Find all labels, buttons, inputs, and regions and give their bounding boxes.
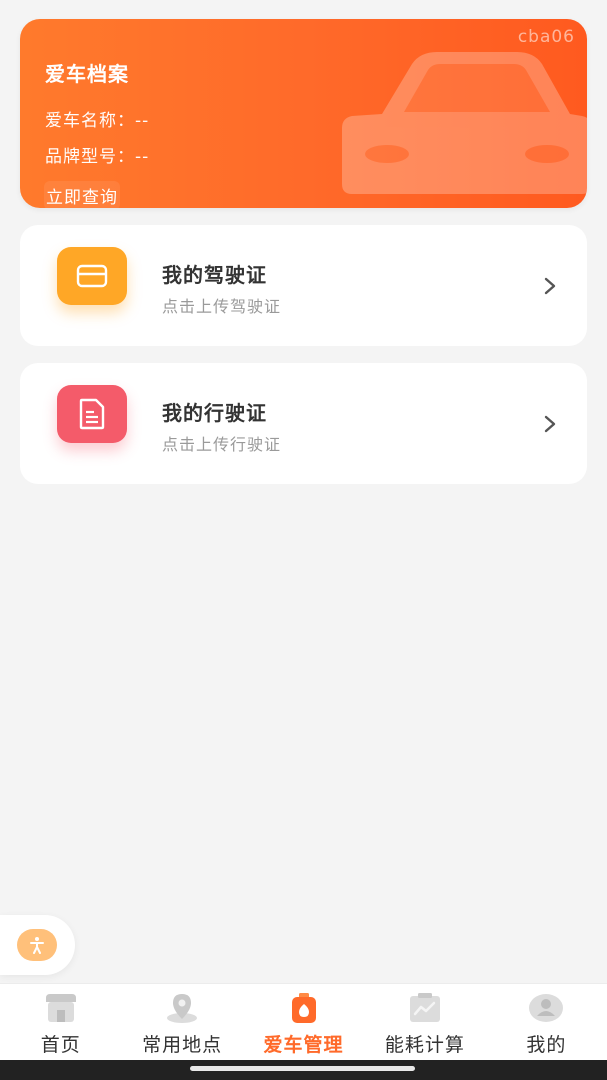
bottom-tab-bar: 首页 常用地点 爱车管理 能耗计算 我的 <box>0 983 607 1061</box>
profile-icon <box>528 992 564 1024</box>
driver-license-subtitle: 点击上传驾驶证 <box>162 297 282 316</box>
car-profile-title: 爱车档案 <box>45 62 129 86</box>
tab-home[interactable]: 首页 <box>0 984 121 1061</box>
vehicle-license-subtitle: 点击上传行驶证 <box>162 435 282 454</box>
vehicle-license-icon-box <box>57 385 127 443</box>
query-now-button[interactable]: 立即查询 <box>44 181 120 208</box>
tab-car-management[interactable]: 爱车管理 <box>243 984 364 1061</box>
store-icon <box>43 992 79 1024</box>
car-silhouette-icon <box>342 52 587 194</box>
tab-common-places[interactable]: 常用地点 <box>121 984 242 1061</box>
tab-label: 我的 <box>526 1034 567 1056</box>
tab-label: 爱车管理 <box>263 1034 344 1056</box>
driver-license-title: 我的驾驶证 <box>162 263 267 287</box>
page: cba06 爱车档案 爱车名称：-- 品牌型号：-- 立即查询 我的驾驶证 点击… <box>0 0 607 1080</box>
tab-energy-calc[interactable]: 能耗计算 <box>364 984 485 1061</box>
car-manage-icon <box>286 992 322 1024</box>
tab-label: 能耗计算 <box>384 1034 465 1056</box>
vehicle-license-title: 我的行驶证 <box>162 401 267 425</box>
driver-license-card[interactable]: 我的驾驶证 点击上传驾驶证 <box>20 225 587 346</box>
car-model-row: 品牌型号：-- <box>45 142 149 167</box>
document-icon <box>79 398 105 430</box>
card-icon <box>76 264 108 288</box>
car-model-label: 品牌型号： <box>45 147 135 167</box>
chevron-right-icon <box>544 277 556 295</box>
accessibility-icon <box>30 937 44 954</box>
chevron-right-icon <box>544 415 556 433</box>
map-pin-icon <box>164 992 200 1024</box>
car-name-label: 爱车名称： <box>45 111 135 131</box>
chart-icon <box>407 992 443 1024</box>
tab-mine[interactable]: 我的 <box>486 984 607 1061</box>
floating-accessibility-button[interactable] <box>0 915 75 975</box>
car-profile-card[interactable]: cba06 爱车档案 爱车名称：-- 品牌型号：-- 立即查询 <box>20 19 587 208</box>
tab-label: 常用地点 <box>142 1034 223 1056</box>
tab-label: 首页 <box>40 1034 81 1056</box>
watermark-text: cba06 <box>517 27 575 47</box>
driver-license-icon-box <box>57 247 127 305</box>
accessibility-circle <box>17 929 57 961</box>
car-model-value: -- <box>135 147 150 167</box>
vehicle-license-card[interactable]: 我的行驶证 点击上传行驶证 <box>20 363 587 484</box>
home-indicator[interactable] <box>190 1066 415 1071</box>
car-name-row: 爱车名称：-- <box>45 106 149 131</box>
car-name-value: -- <box>135 111 150 131</box>
